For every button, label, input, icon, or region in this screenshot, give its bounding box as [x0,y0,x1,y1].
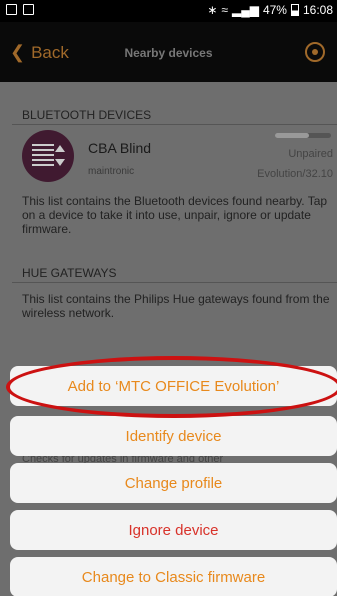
broadcast-icon[interactable] [305,42,325,62]
blind-device-icon [22,130,74,182]
bluetooth-description: This list contains the Bluetooth devices… [22,194,328,236]
hue-description: This list contains the Philips Hue gatew… [22,292,330,320]
ignore-device-button[interactable]: Ignore device [10,510,337,550]
cell-signal-icon: ▂▄▆ [231,3,259,17]
device-manufacturer: maintronic [88,166,135,177]
divider [12,282,337,283]
bluetooth-icon: ∗ [207,3,218,17]
hue-section-header: HUE GATEWAYS [22,266,117,280]
battery-percent: 47% [262,3,287,17]
battery-icon [290,4,299,16]
clipboard-icon [23,4,34,15]
device-name: CBA Blind [88,140,152,156]
signal-strength-bar [275,133,331,138]
status-bar: ∗ ≈ ▂▄▆ 47% 16:08 [0,0,337,22]
divider [12,124,337,125]
device-firmware: Evolution/32.10 [257,168,333,180]
change-firmware-button[interactable]: Change to Classic firmware [10,557,337,596]
change-profile-button[interactable]: Change profile [10,463,337,503]
device-status: Unpaired [288,148,333,160]
gallery-icon [6,4,17,15]
add-to-room-button[interactable]: Add to ‘MTC OFFICE Evolution’ [10,366,337,406]
page-title: Nearby devices [124,46,213,60]
identify-device-button[interactable]: Identify device [10,416,337,456]
clock: 16:08 [302,3,333,17]
nav-bar: ❮ Back Nearby devices [0,22,337,82]
bluetooth-section-header: BLUETOOTH DEVICES [22,108,152,122]
device-row[interactable]: CBA Blind maintronic Unpaired Evolution/… [0,126,337,186]
wifi-icon: ≈ [221,3,228,17]
